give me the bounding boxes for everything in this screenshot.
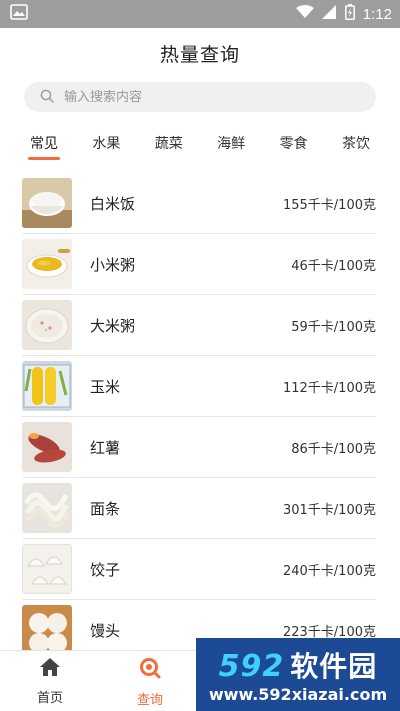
image-icon: [10, 4, 28, 24]
food-name: 面条: [90, 499, 121, 518]
food-calories: 240千卡/100克: [282, 563, 376, 579]
nav-home[interactable]: 首页: [20, 657, 80, 706]
search-icon: [139, 657, 161, 683]
corn-image: [22, 361, 72, 411]
tab-vegetable[interactable]: 蔬菜: [147, 130, 191, 162]
millet-porridge-image: [22, 239, 72, 289]
rice-porridge-image: [22, 300, 72, 350]
food-row[interactable]: 小米粥 46千卡/100克: [22, 234, 376, 295]
food-list: 白米饭 155千卡/100克 小米粥 46千卡/100克 大米粥 59千卡/10…: [22, 173, 376, 661]
food-calories: 112千卡/100克: [282, 380, 376, 396]
food-calories: 86千卡/100克: [291, 441, 376, 457]
nav-home-label: 首页: [36, 691, 63, 706]
food-row[interactable]: 白米饭 155千卡/100克: [22, 173, 376, 234]
nav-query-label: 查询: [136, 693, 163, 708]
status-bar: 1:12: [0, 0, 400, 28]
food-calories: 155千卡/100克: [282, 197, 376, 213]
rice-bowl-image: [22, 178, 72, 228]
steamed-bun-image: [22, 605, 72, 655]
tab-fruit[interactable]: 水果: [84, 130, 128, 162]
sweet-potato-image: [22, 422, 72, 472]
food-calories: 223千卡/100克: [282, 624, 376, 640]
battery-icon: [344, 4, 355, 24]
wifi-icon: [295, 5, 314, 23]
food-calories: 59千卡/100克: [291, 319, 376, 335]
food-name: 小米粥: [90, 255, 136, 274]
signal-icon: [321, 5, 337, 23]
watermark-number: 592: [218, 649, 285, 684]
watermark-text: 软件园: [290, 650, 378, 683]
food-name: 玉米: [90, 377, 121, 396]
food-name: 大米粥: [90, 316, 136, 335]
search-icon: [40, 88, 54, 107]
watermark-url: www.592xiazai.com: [208, 685, 388, 704]
food-row[interactable]: 面条 301千卡/100克: [22, 478, 376, 539]
status-time: 1:12: [362, 5, 392, 23]
food-name: 红薯: [90, 438, 121, 457]
food-row[interactable]: 玉米 112千卡/100克: [22, 356, 376, 417]
search-bar[interactable]: [24, 82, 376, 112]
search-input[interactable]: [64, 89, 344, 105]
nav-query[interactable]: 查询: [120, 657, 180, 708]
tab-snacks[interactable]: 零食: [272, 130, 316, 162]
category-tabs: 常见 水果 蔬菜 海鲜 零食 茶饮: [22, 130, 378, 162]
food-row[interactable]: 大米粥 59千卡/100克: [22, 295, 376, 356]
food-row[interactable]: 饺子 240千卡/100克: [22, 539, 376, 600]
noodles-image: [22, 483, 72, 533]
page-title: 热量查询: [159, 44, 240, 66]
dumplings-image: [22, 544, 72, 594]
tab-common[interactable]: 常见: [22, 130, 66, 162]
watermark-logo: 592 软件园: [219, 645, 378, 685]
food-name: 饺子: [90, 560, 121, 579]
site-watermark: 592 软件园 www.592xiazai.com: [196, 638, 400, 711]
home-icon: [39, 657, 61, 681]
status-left: [10, 4, 28, 24]
status-right: 1:12: [295, 4, 392, 24]
food-row[interactable]: 红薯 86千卡/100克: [22, 417, 376, 478]
food-calories: 301千卡/100克: [282, 502, 376, 518]
food-calories: 46千卡/100克: [291, 258, 376, 274]
tab-tea-drinks[interactable]: 茶饮: [334, 130, 378, 162]
tab-seafood[interactable]: 海鲜: [209, 130, 253, 162]
food-name: 白米饭: [90, 194, 136, 213]
